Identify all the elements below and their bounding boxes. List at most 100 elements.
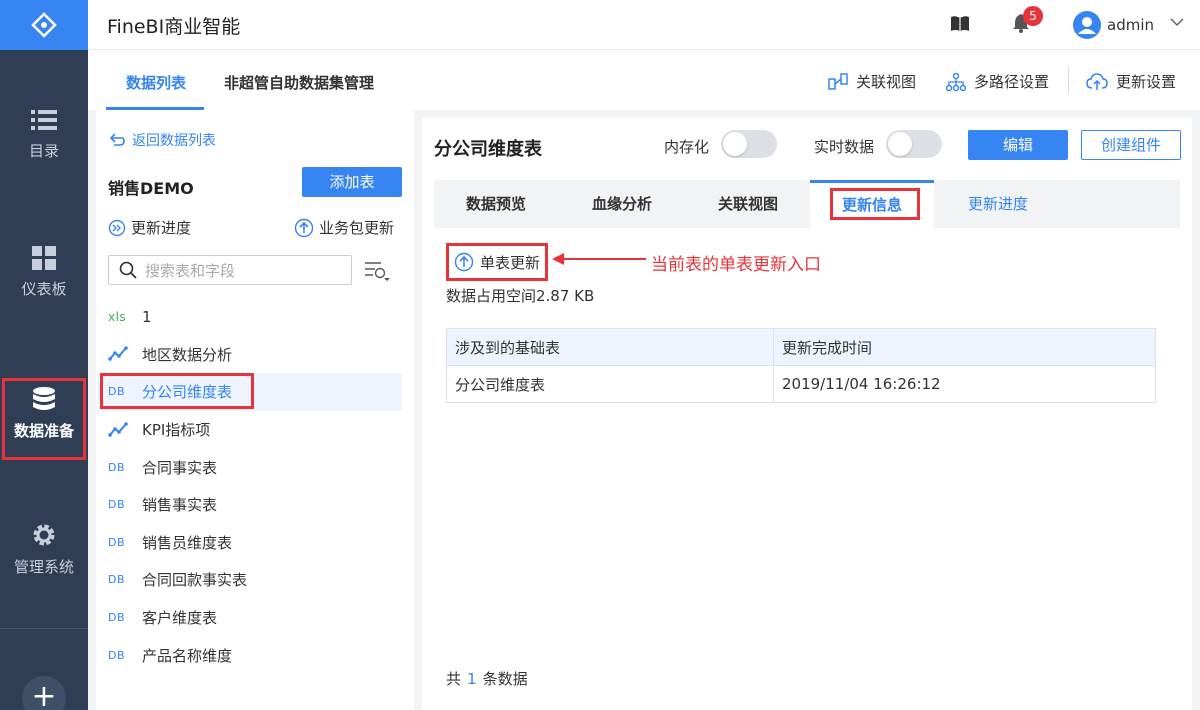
- analysis-icon: [108, 421, 128, 437]
- db-icon: DB: [108, 648, 126, 662]
- tool-label: 关联视图: [856, 73, 917, 91]
- database-icon: [33, 387, 55, 410]
- table-name: 合同回款事实表: [142, 571, 248, 590]
- column-header: 涉及到的基础表: [446, 328, 774, 366]
- realtime-toggle[interactable]: [886, 130, 942, 158]
- list-item[interactable]: 地区数据分析: [98, 336, 402, 374]
- relation-view-button[interactable]: 关联视图: [828, 71, 916, 92]
- chevron-down-icon[interactable]: [1170, 17, 1184, 27]
- tab-highlight-box: [830, 188, 920, 220]
- list-icon: [31, 110, 57, 130]
- book-icon[interactable]: [950, 15, 970, 33]
- add-button[interactable]: +: [22, 676, 66, 710]
- table-name: 1: [142, 307, 152, 326]
- nav-divider: [0, 628, 88, 629]
- analysis-icon: [108, 346, 128, 362]
- search-icon: [119, 261, 137, 279]
- hierarchy-icon: [946, 72, 966, 91]
- in-memory-label: 内存化: [664, 138, 710, 156]
- app-header: FineBI商业智能 5 admin: [88, 0, 1200, 50]
- table-name: 销售员维度表: [142, 533, 233, 552]
- tab-data-preview[interactable]: 数据预览: [434, 180, 558, 228]
- logo-icon: [31, 12, 57, 38]
- nav-label: 仪表板: [21, 280, 67, 298]
- nav-item-catalog[interactable]: 目录: [0, 108, 88, 161]
- back-to-data-list-link[interactable]: 返回数据列表: [108, 130, 216, 150]
- record-count: 共 1 条数据: [446, 668, 528, 689]
- table-name: 客户维度表: [142, 609, 218, 628]
- list-item[interactable]: DB 合同事实表: [98, 448, 402, 486]
- upload-circle-icon: [454, 252, 474, 272]
- tool-label: 更新设置: [1116, 73, 1177, 91]
- tab-data-list[interactable]: 数据列表: [126, 72, 186, 93]
- db-icon: DB: [108, 460, 126, 474]
- list-item[interactable]: DB 分公司维度表: [98, 373, 402, 411]
- annotation-arrow: [552, 253, 646, 265]
- avatar[interactable]: [1073, 11, 1101, 39]
- filter-sort-icon[interactable]: [364, 260, 390, 282]
- count-prefix: 共: [446, 670, 462, 688]
- table-cell: 2019/11/04 16:26:12: [773, 365, 1156, 403]
- list-item[interactable]: DB 销售事实表: [98, 486, 402, 524]
- nav-item-dashboard[interactable]: 仪表板: [0, 246, 88, 299]
- annotation-text: 当前表的单表更新入口: [651, 255, 821, 275]
- toolbar-divider: [1068, 66, 1069, 94]
- top-tabs-bar: 数据列表 非超管自助数据集管理 关联视图 多路径设置 更新设置: [88, 50, 1200, 110]
- nav-item-data-prep[interactable]: 数据准备: [0, 386, 88, 441]
- column-header: 更新完成时间: [773, 328, 1156, 366]
- table-name: 合同事实表: [142, 458, 218, 477]
- table-name: 地区数据分析: [142, 345, 233, 364]
- list-item[interactable]: KPI指标项: [98, 411, 402, 449]
- back-arrow-icon: [109, 133, 125, 146]
- user-name[interactable]: admin: [1107, 16, 1154, 34]
- app-title: FineBI商业智能: [107, 16, 241, 38]
- selection-highlight-box: [100, 373, 254, 410]
- in-memory-toggle[interactable]: [721, 130, 777, 158]
- db-icon: DB: [108, 535, 126, 549]
- back-link-label: 返回数据列表: [132, 133, 216, 149]
- tool-label: 多路径设置: [974, 73, 1050, 91]
- create-component-button[interactable]: 创建组件: [1081, 130, 1181, 160]
- package-update-link[interactable]: 业务包更新: [294, 217, 394, 238]
- logo[interactable]: [0, 0, 88, 50]
- xls-icon: xls: [108, 309, 127, 324]
- db-icon: DB: [108, 573, 126, 587]
- multipath-settings-button[interactable]: 多路径设置: [946, 71, 1049, 92]
- base-tables-table: 涉及到的基础表 更新完成时间 分公司维度表 2019/11/04 16:26:1…: [446, 328, 1156, 403]
- table-detail-panel: 分公司维度表 内存化 实时数据 编辑 创建组件 数据预览 血缘分析 关联视图 更…: [422, 118, 1192, 710]
- list-item[interactable]: DB 客户维度表: [98, 599, 402, 637]
- notification-badge: 5: [1023, 6, 1043, 26]
- db-icon: DB: [108, 498, 126, 512]
- main-nav: 目录 仪表板 数据准备 管理系统 +: [0, 0, 88, 710]
- dashboard-icon: [32, 246, 56, 270]
- page-title: 分公司维度表: [434, 139, 542, 160]
- table-row: 分公司维度表 2019/11/04 16:26:12: [446, 365, 1156, 403]
- single-table-update-button[interactable]: 单表更新: [446, 243, 548, 281]
- relation-icon: [828, 72, 848, 90]
- list-item[interactable]: DB 合同回款事实表: [98, 561, 402, 599]
- update-progress-label: 更新进度: [131, 219, 192, 237]
- search-input[interactable]: 搜索表和字段: [108, 255, 352, 285]
- progress-icon: [108, 219, 126, 236]
- table-cell: 分公司维度表: [446, 365, 774, 403]
- nav-item-admin[interactable]: 管理系统: [0, 522, 88, 577]
- package-update-label: 业务包更新: [319, 219, 395, 237]
- upload-circle-icon: [294, 218, 314, 237]
- table-list-panel: 返回数据列表 销售DEMO 添加表 更新进度 业务包更新 搜索表和字段 xls 1…: [96, 110, 414, 710]
- add-table-button[interactable]: 添加表: [302, 167, 402, 197]
- list-item[interactable]: xls 1: [98, 298, 402, 336]
- tab-update-progress[interactable]: 更新进度: [936, 180, 1060, 228]
- update-settings-button[interactable]: 更新设置: [1086, 71, 1176, 92]
- update-progress-link[interactable]: 更新进度: [108, 217, 191, 238]
- nav-label: 目录: [28, 142, 59, 160]
- tab-lineage-analysis[interactable]: 血缘分析: [560, 180, 684, 228]
- list-item[interactable]: DB 销售员维度表: [98, 524, 402, 562]
- tab-update-info[interactable]: 更新信息: [810, 180, 934, 228]
- realtime-label: 实时数据: [814, 138, 875, 156]
- tab-self-service-dataset-management[interactable]: 非超管自助数据集管理: [224, 72, 374, 93]
- tab-relation-view[interactable]: 关联视图: [686, 180, 810, 228]
- edit-button[interactable]: 编辑: [968, 130, 1068, 160]
- single-update-label: 单表更新: [480, 253, 541, 272]
- nav-label: 管理系统: [13, 558, 74, 576]
- list-item[interactable]: DB 产品名称维度: [98, 636, 402, 674]
